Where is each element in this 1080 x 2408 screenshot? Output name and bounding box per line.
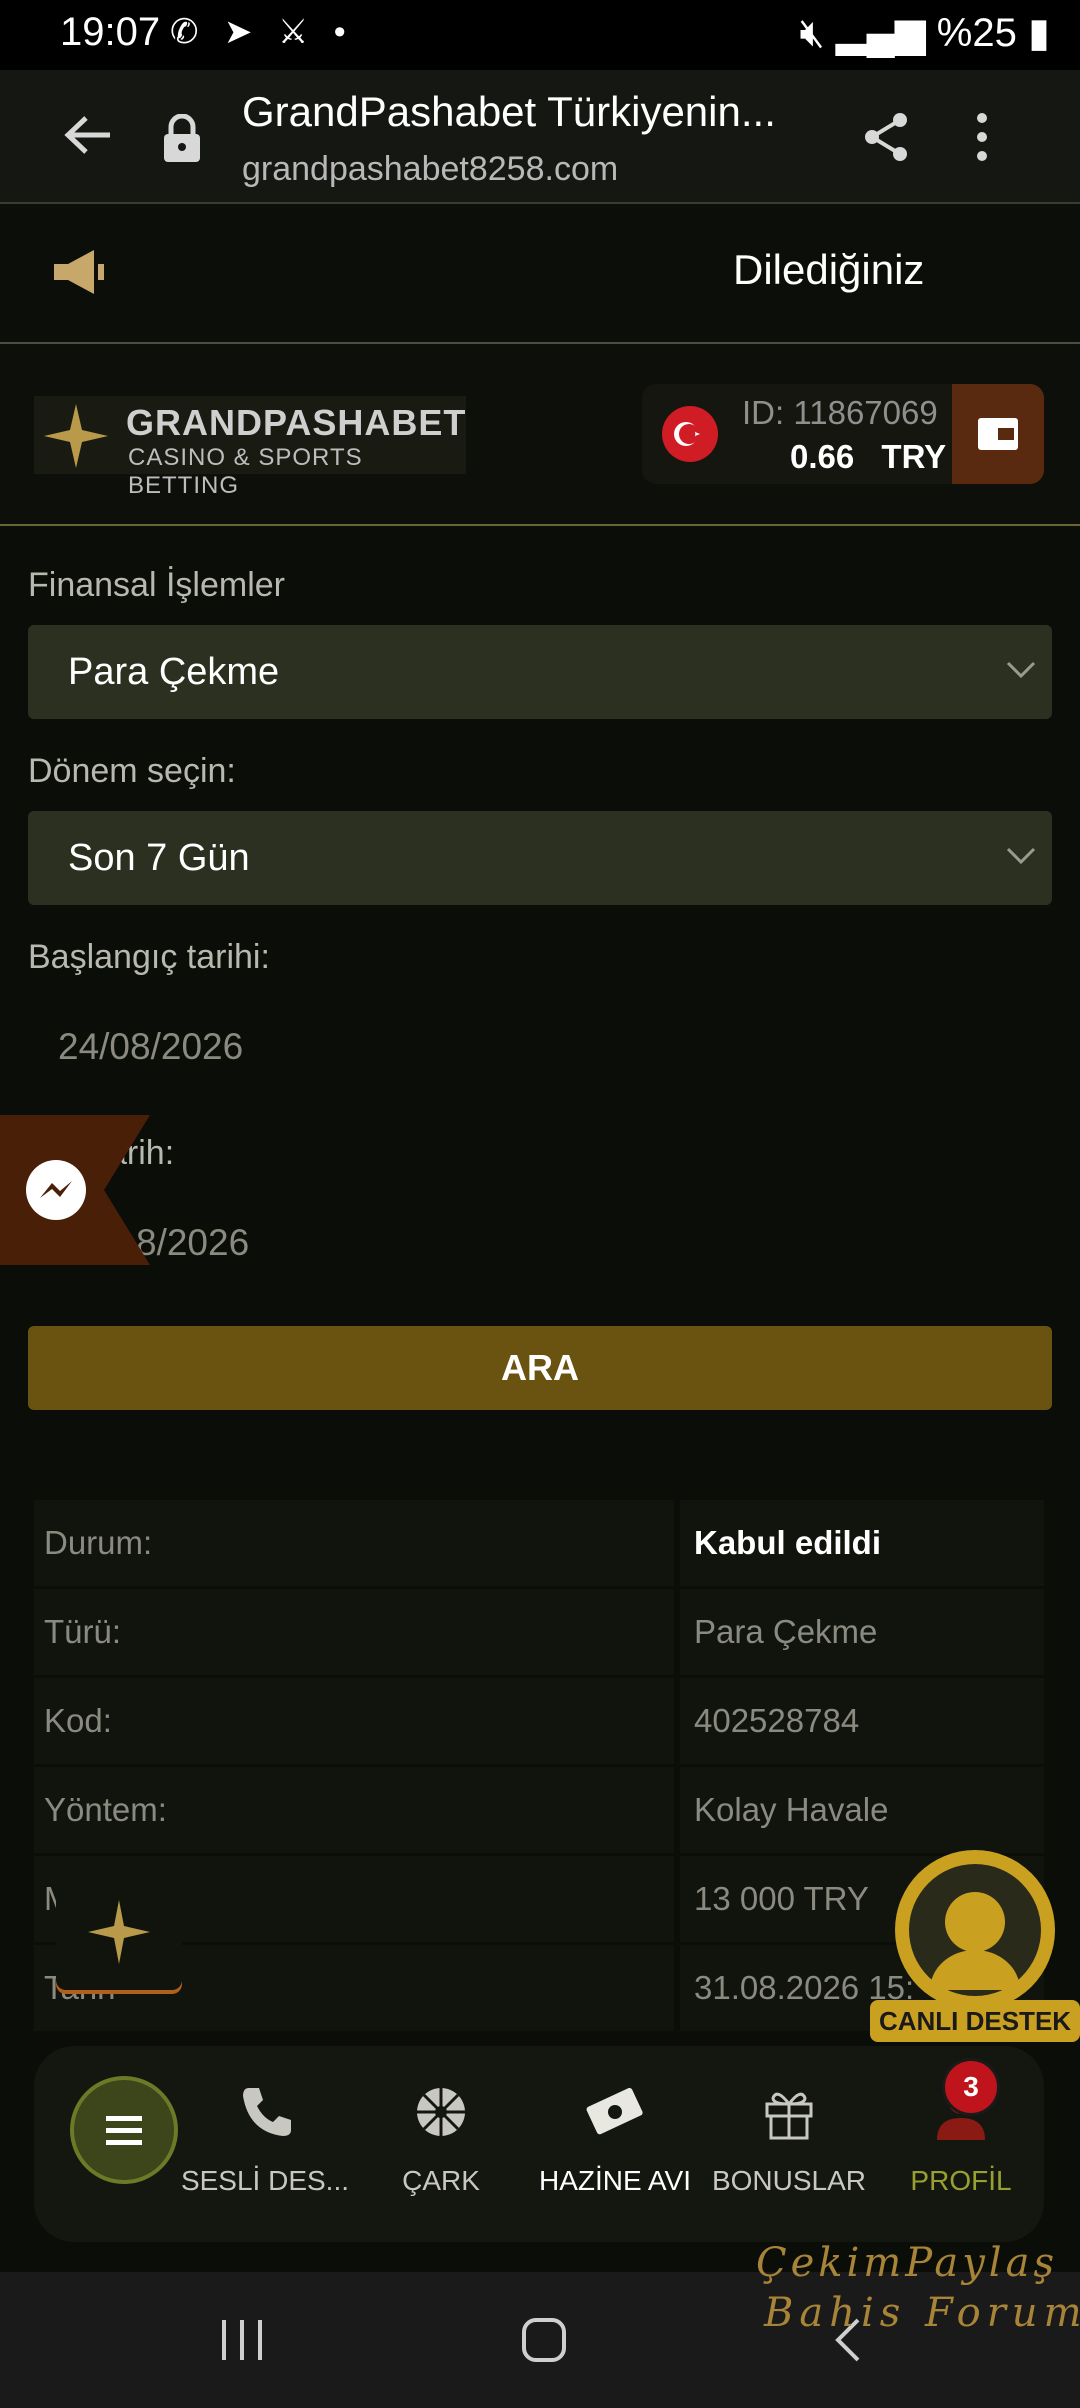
logo-subtitle: CASINO & SPORTS BETTING <box>128 444 363 499</box>
star-logo-icon <box>88 1900 150 1964</box>
nav-label: HAZİNE AVI <box>539 2165 691 2196</box>
nav-label: ÇARK <box>402 2165 480 2196</box>
chevron-down-icon <box>1006 661 1036 679</box>
detail-key: Durum: <box>44 1524 153 1561</box>
nav-bonuses[interactable]: BONUSLAR <box>704 2082 874 2197</box>
phone-icon <box>243 2088 291 2136</box>
start-date-value: 24/08/2026 <box>58 1026 244 1067</box>
wallet-icon <box>978 418 1018 450</box>
detail-key: Türü: <box>44 1613 122 1650</box>
detail-value: 13 000 TRY <box>694 1880 869 1917</box>
notification-icons: ✆ ➤ ⚔ • <box>170 13 354 51</box>
status-right: 🔇︎ ▂▄▆ %25 ▮ <box>799 10 1050 56</box>
megaphone-icon <box>54 250 104 294</box>
star-logo-icon <box>44 404 108 468</box>
browser-toolbar: GrandPashabet Türkiyenin... grandpashabe… <box>0 70 1080 204</box>
start-date-input[interactable]: 24/08/2026 <box>28 998 1052 1094</box>
period-select[interactable]: Son 7 Gün <box>28 811 1052 905</box>
user-id: ID: 11867069 <box>742 394 938 431</box>
detail-key: Kod: <box>44 1702 112 1739</box>
live-support-button[interactable]: CANLI DESTEK <box>870 1840 1080 2050</box>
table-row: Kod: 402528784 <box>34 1678 1044 1764</box>
share-icon[interactable] <box>862 110 912 164</box>
nav-label: BONUSLAR <box>711 2165 867 2196</box>
floating-logo-button[interactable] <box>56 1874 182 1990</box>
turkey-flag-icon <box>662 406 718 462</box>
lock-icon[interactable] <box>162 114 202 164</box>
notification-badge: 3 <box>942 2058 1000 2116</box>
announcement-bar: Dilediğiniz <box>0 204 1080 344</box>
wheel-icon <box>417 2088 465 2136</box>
search-button[interactable]: ARA <box>28 1326 1052 1410</box>
status-bar: 19:07 ✆ ➤ ⚔ • 🔇︎ ▂▄▆ %25 ▮ <box>0 0 1080 70</box>
bottom-navigation: SESLİ DES... ÇARK HAZİNE AVI BONUSLAR PR… <box>34 2046 1044 2242</box>
battery-level: %25 <box>936 11 1017 55</box>
menu-button[interactable] <box>70 2076 178 2184</box>
chevron-down-icon <box>1006 847 1036 865</box>
back-arrow-icon[interactable] <box>60 110 120 160</box>
financial-value: Para Çekme <box>68 651 280 693</box>
start-date-label: Başlangıç tarihi: <box>28 938 270 976</box>
detail-value: 402528784 <box>694 1702 860 1739</box>
financial-label: Finansal İşlemler <box>28 566 285 604</box>
detail-value: Kolay Havale <box>694 1791 889 1828</box>
site-header: GRANDPASHABET CASINO & SPORTS BETTING ID… <box>0 344 1080 526</box>
table-row: Türü: Para Çekme <box>34 1589 1044 1675</box>
detail-value: Para Çekme <box>694 1613 878 1650</box>
gift-icon <box>765 2092 813 2140</box>
detail-value: Kabul edildi <box>694 1524 882 1561</box>
announcement-text: Dilediğiniz <box>733 246 925 293</box>
detail-key: Yöntem: <box>44 1791 167 1828</box>
financial-select[interactable]: Para Çekme <box>28 625 1052 719</box>
account-box[interactable]: ID: 11867069 0.66 TRY <box>642 384 1044 484</box>
end-date-value: 8/2026 <box>136 1222 250 1263</box>
site-logo[interactable]: GRANDPASHABET CASINO & SPORTS BETTING <box>34 396 467 499</box>
recent-apps-icon[interactable] <box>220 2318 266 2362</box>
nav-label: SESLİ DES... <box>180 2165 350 2196</box>
nav-wheel[interactable]: ÇARK <box>356 2082 526 2197</box>
balance: 0.66 TRY <box>790 438 946 476</box>
logo-brand: GRANDPASHABET <box>126 402 467 443</box>
signal-icon: ▂▄▆ <box>835 11 926 55</box>
more-menu-icon[interactable] <box>972 110 992 164</box>
balance-amount: 0.66 <box>790 438 855 475</box>
status-time: 19:07 <box>60 10 161 54</box>
nav-treasure-hunt[interactable]: HAZİNE AVI <box>530 2082 700 2197</box>
hamburger-icon <box>106 2116 142 2145</box>
home-icon[interactable] <box>520 2316 568 2364</box>
watermark-line1: ÇekimPaylaş <box>756 2240 1058 2286</box>
messenger-button[interactable] <box>0 1115 150 1265</box>
balance-currency: TRY <box>881 438 947 475</box>
money-icon <box>586 2087 643 2135</box>
period-value: Son 7 Gün <box>68 837 250 879</box>
battery-icon: ▮ <box>1027 11 1050 55</box>
period-label: Dönem seçin: <box>28 752 236 790</box>
end-date-input[interactable]: 8/2026 <box>28 1194 1052 1290</box>
watermark: ÇekimPaylaş Bahis Forum <box>756 2240 1080 2350</box>
headset-agent-icon <box>945 1892 1005 1952</box>
nav-voice-support[interactable]: SESLİ DES... <box>180 2082 350 2197</box>
mute-icon: 🔇︎ <box>799 11 825 55</box>
page-url[interactable]: grandpashabet8258.com <box>242 150 618 189</box>
support-label: CANLI DESTEK <box>879 2006 1071 2036</box>
nav-label: PROFİL <box>910 2165 1012 2196</box>
table-row: Durum: Kabul edildi <box>34 1500 1044 1586</box>
watermark-line2: Bahis Forum <box>764 2290 1080 2336</box>
page-title[interactable]: GrandPashabet Türkiyenin... <box>242 88 776 136</box>
wallet-button[interactable] <box>952 384 1044 484</box>
